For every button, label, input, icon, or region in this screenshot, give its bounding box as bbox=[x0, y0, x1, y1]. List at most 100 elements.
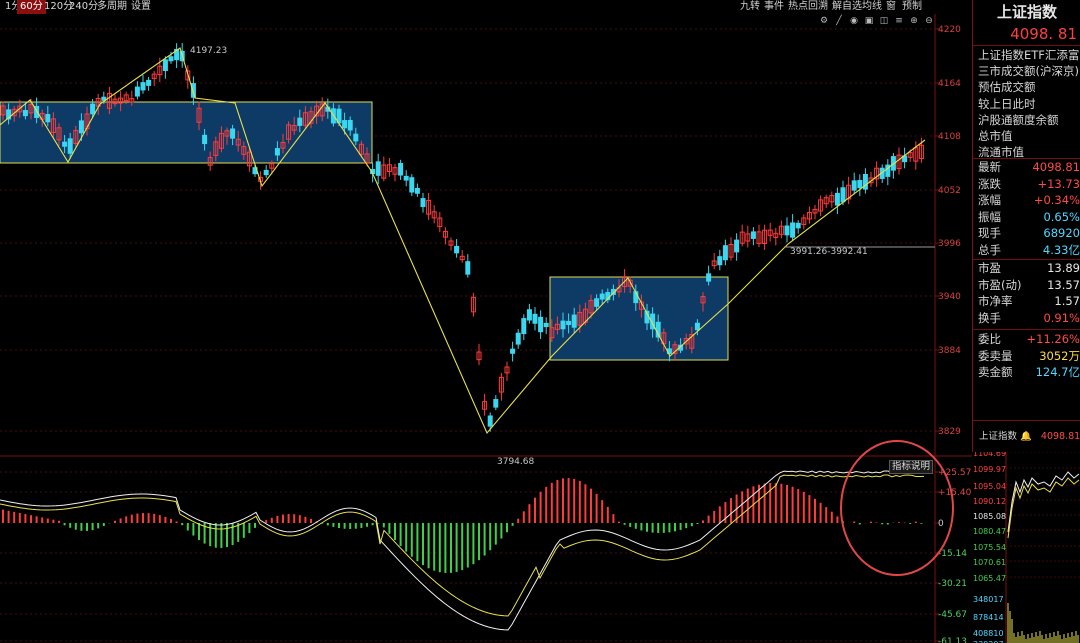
zoom-out-icon[interactable]: ⊖ bbox=[924, 16, 934, 26]
candle-down bbox=[566, 320, 572, 325]
quote-value: +13.73 bbox=[1037, 176, 1080, 191]
quote-row: 委比 +11.26% bbox=[978, 331, 1080, 347]
quote-value: 0.91% bbox=[1043, 310, 1080, 325]
mini-axis-label: 1075.54 bbox=[973, 543, 1006, 552]
quote-label: 换手 bbox=[978, 310, 1001, 325]
quote-row: 市净率 1.57 bbox=[978, 293, 1080, 309]
quote-value: 68920 bbox=[1043, 226, 1080, 240]
candle-down bbox=[454, 245, 460, 254]
axis-tick-label: 3996 bbox=[938, 239, 961, 249]
panel-link-3[interactable]: 较上日此时 bbox=[978, 96, 1036, 112]
candle-down bbox=[353, 133, 359, 142]
divider bbox=[973, 420, 1080, 421]
candlestick-chart[interactable]: 42204164410840523996394038843829+25.57+1… bbox=[0, 0, 972, 643]
settings-icon[interactable]: ⚙ bbox=[819, 16, 829, 26]
lock-icon[interactable]: ▣ bbox=[864, 16, 874, 26]
candle-down bbox=[734, 239, 740, 253]
toolbar-tool-5[interactable]: 窗 bbox=[886, 0, 896, 14]
toolbar-tool-4[interactable]: 均线 bbox=[862, 0, 882, 14]
panel-link-1[interactable]: 三市成交额(沪深京) bbox=[978, 63, 1079, 79]
candle-down bbox=[510, 348, 516, 354]
quote-row: 涨幅 +0.34% bbox=[978, 192, 1080, 208]
panel-link-0[interactable]: 上证指数ETF汇添富 bbox=[978, 47, 1079, 63]
eye-icon[interactable]: ◉ bbox=[849, 16, 859, 26]
mini-price: 4098.81 bbox=[1040, 431, 1080, 442]
toolbar-tool-0[interactable]: 九转 bbox=[740, 0, 760, 14]
quote-row: 振幅 0.65% bbox=[978, 209, 1080, 225]
candle-down bbox=[722, 245, 728, 261]
candle-down bbox=[134, 86, 140, 97]
high-annotation: 4197.23 bbox=[190, 46, 227, 56]
divider bbox=[973, 45, 1080, 46]
mini-axis-label: 1085.08 bbox=[973, 512, 1006, 521]
candle-down bbox=[594, 298, 600, 307]
panel-title: 上证指数 bbox=[996, 3, 1057, 21]
candle-down bbox=[790, 222, 796, 238]
axis-tick-label: 4108 bbox=[938, 132, 961, 142]
axis-tick-label: 3884 bbox=[938, 346, 961, 356]
candle-down bbox=[375, 161, 381, 176]
quote-label: 现手 bbox=[978, 226, 1001, 240]
candle-down bbox=[526, 309, 532, 321]
chart-toolbar: 1分 60分 120分 240分 多周期 设置 九转 事件 热点回溯 解自选 均线窗预制 bbox=[0, 0, 935, 14]
candle-down bbox=[62, 141, 68, 147]
quote-value: 124.7亿 bbox=[1035, 365, 1080, 379]
candle-down bbox=[190, 83, 196, 98]
quote-label: 市净率 bbox=[978, 294, 1013, 308]
timeframe-tab-4[interactable]: 多周期 bbox=[94, 0, 130, 14]
toolbar-tool-1[interactable]: 事件 bbox=[764, 0, 784, 14]
quote-row: 换手 0.91% bbox=[978, 310, 1080, 326]
toolbar-tool-6[interactable]: 预制 bbox=[902, 0, 922, 14]
screenshot-icon[interactable]: ◫ bbox=[879, 16, 889, 26]
candle-down bbox=[465, 261, 471, 275]
quote-label: 市盈(动) bbox=[978, 277, 1022, 292]
candle-down bbox=[420, 198, 426, 208]
axis-tick-label: 4052 bbox=[938, 186, 961, 196]
mini-chart-header[interactable]: 上证指数 🔔 4098.81 bbox=[979, 428, 1080, 442]
quote-row: 市盈 13.89 bbox=[978, 260, 1080, 276]
candle-down bbox=[784, 225, 790, 236]
candle-down bbox=[403, 175, 409, 181]
quote-row: 总手 4.33亿 bbox=[978, 242, 1080, 258]
candle-down bbox=[694, 322, 700, 331]
quote-label: 卖金额 bbox=[978, 365, 1013, 379]
candle-down bbox=[140, 82, 146, 91]
draw-line-icon[interactable]: ╱ bbox=[834, 16, 844, 26]
toolbar-tool-3[interactable]: 解自选 bbox=[832, 0, 862, 14]
panel-link-2[interactable]: 预估成交额 bbox=[978, 79, 1036, 95]
candle-down bbox=[717, 256, 723, 266]
list-icon[interactable]: ≡ bbox=[894, 16, 904, 26]
quote-label: 涨跌 bbox=[978, 176, 1001, 191]
low-annotation: 3794.68 bbox=[497, 457, 534, 467]
axis-tick-label: 4164 bbox=[938, 79, 961, 89]
axis-tick-label: +15.40 bbox=[938, 488, 972, 498]
candle-down bbox=[840, 187, 846, 203]
divider bbox=[973, 329, 1080, 330]
intraday-mini-chart[interactable]: 1104.69 1099.97 1095.04 1090.12 1085.08 1080.… bbox=[972, 452, 1080, 643]
quote-label: 最新 bbox=[978, 160, 1001, 174]
mini-axis-label: 1080.47 bbox=[973, 527, 1006, 536]
candle-down bbox=[487, 415, 493, 427]
panel-link-4[interactable]: 沪股通额度余额 bbox=[978, 112, 1059, 128]
axis-tick-label: -45.67 bbox=[938, 610, 967, 620]
candle-down bbox=[543, 322, 549, 328]
timeframe-tab-5[interactable]: 设置 bbox=[128, 0, 154, 14]
candle-down bbox=[834, 192, 840, 206]
candle-down bbox=[90, 103, 96, 115]
indicator-help-button[interactable]: 指标说明 bbox=[889, 460, 933, 474]
panel-link-5[interactable]: 总市值 bbox=[978, 128, 1013, 144]
axis-tick-label: -61.13 bbox=[938, 637, 967, 643]
candle-down bbox=[297, 117, 303, 126]
axis-tick-label: -30.21 bbox=[938, 579, 967, 589]
zoom-in-icon[interactable]: ⊕ bbox=[909, 16, 919, 26]
quote-label: 市盈 bbox=[978, 261, 1001, 275]
bell-icon[interactable]: 🔔 bbox=[1020, 431, 1032, 442]
quote-label: 振幅 bbox=[978, 209, 1001, 224]
toolbar-tool-2[interactable]: 热点回溯 bbox=[788, 0, 828, 14]
candle-down bbox=[532, 313, 538, 324]
quote-row: 最新 4098.81 bbox=[978, 159, 1080, 175]
axis-tick-label: -15.14 bbox=[938, 549, 967, 559]
candle-down bbox=[750, 231, 756, 239]
candle-down bbox=[45, 114, 51, 123]
candle-down bbox=[521, 318, 527, 335]
